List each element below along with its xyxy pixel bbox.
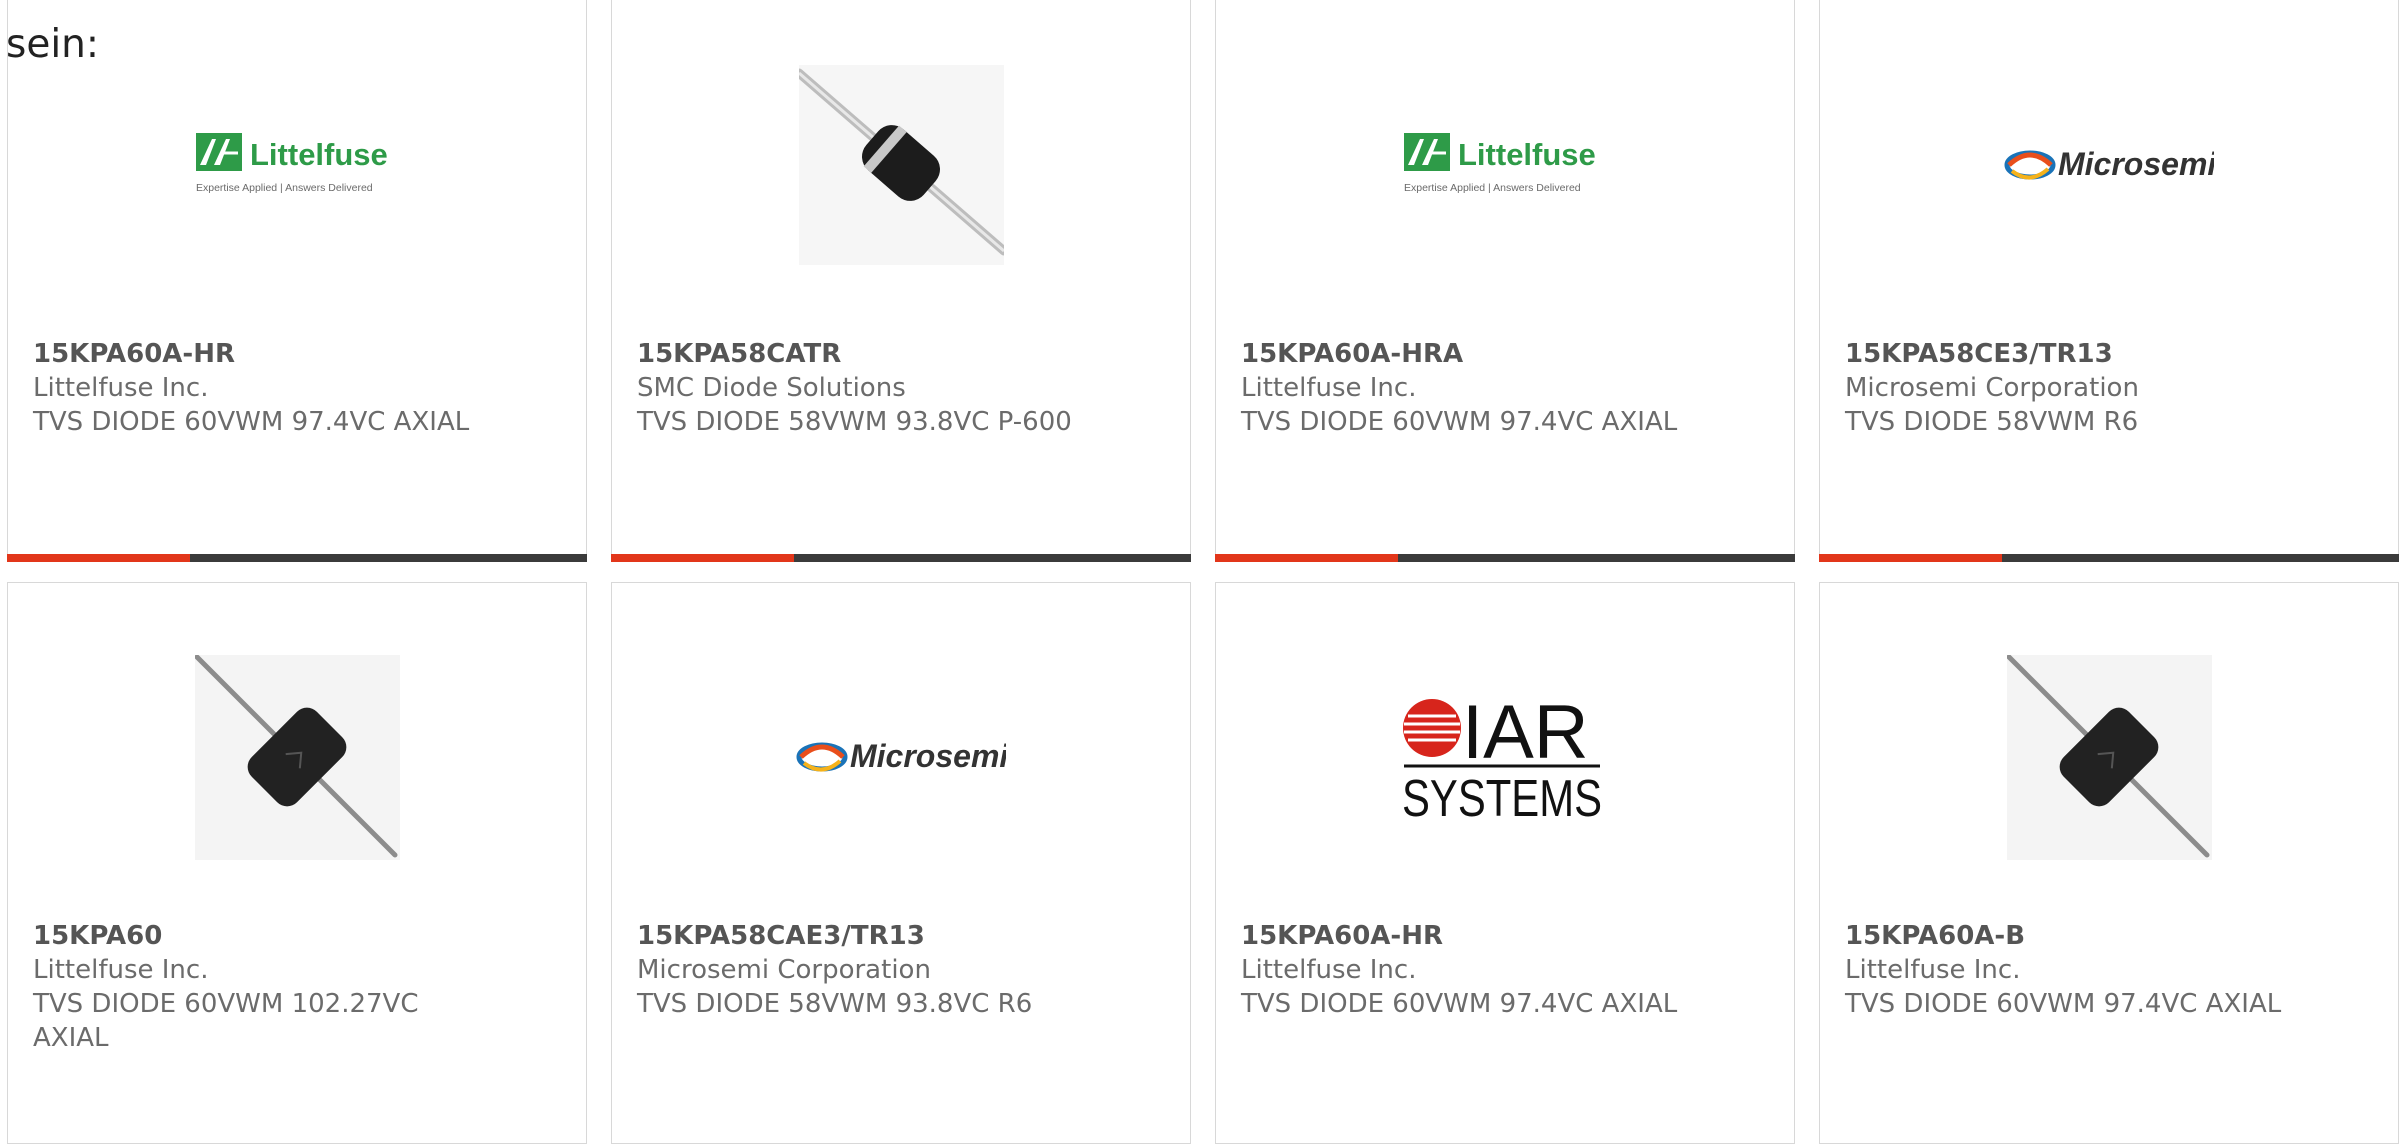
description: TVS DIODE 60VWM 102.27VC AXIAL [33, 989, 419, 1053]
product-grid: Littelfuse Expertise Applied | Answers D… [7, 0, 2399, 1144]
part-number: 15KPA60A-HR [1241, 921, 1443, 951]
description: TVS DIODE 58VWM 93.8VC P-600 [637, 407, 1072, 437]
description: TVS DIODE 60VWM 97.4VC AXIAL [1845, 989, 2282, 1019]
part-number: 15KPA58CAE3/TR13 [637, 921, 925, 951]
svg-text:SYSTEMS: SYSTEMS [1402, 770, 1602, 822]
product-image: IAR SYSTEMS [1216, 657, 1794, 857]
part-number: 15KPA58CATR [637, 339, 842, 369]
description: TVS DIODE 60VWM 97.4VC AXIAL [1241, 407, 1678, 437]
axial-diode-photo-icon [798, 65, 1004, 265]
svg-text:IAR: IAR [1462, 692, 1589, 775]
description: TVS DIODE 58VWM 93.8VC R6 [637, 989, 1033, 1019]
svg-text:Littelfuse: Littelfuse [1458, 137, 1596, 172]
manufacturer: SMC Diode Solutions [637, 373, 906, 403]
svg-text:Microsemi: Microsemi [2058, 146, 2214, 182]
manufacturer: Littelfuse Inc. [33, 955, 209, 985]
svg-text:Littelfuse: Littelfuse [250, 137, 388, 172]
card-bottom-bar [1819, 554, 2399, 562]
product-card[interactable]: 15KPA60A-B Littelfuse Inc. TVS DIODE 60V… [1819, 582, 2399, 1144]
product-image: Littelfuse Expertise Applied | Answers D… [8, 65, 586, 265]
manufacturer: Littelfuse Inc. [1241, 955, 1417, 985]
littelfuse-logo-icon: Littelfuse Expertise Applied | Answers D… [1404, 133, 1596, 194]
card-bottom-bar [7, 554, 587, 562]
product-image [1820, 654, 2398, 860]
p600-diode-photo-icon [194, 654, 400, 860]
svg-text:Expertise Applied | Answers De: Expertise Applied | Answers Delivered [196, 182, 373, 194]
part-number: 15KPA60A-HRA [1241, 339, 1464, 369]
description: TVS DIODE 58VWM R6 [1845, 407, 2139, 437]
part-number: 15KPA58CE3/TR13 [1845, 339, 2113, 369]
product-card[interactable]: Microsemi 15KPA58CE3/TR13 Microsemi Corp… [1819, 0, 2399, 562]
product-card[interactable]: 15KPA58CATR SMC Diode Solutions TVS DIOD… [611, 0, 1191, 562]
part-number: 15KPA60A-B [1845, 921, 2026, 951]
card-bottom-bar [1215, 554, 1795, 562]
manufacturer: Microsemi Corporation [637, 955, 931, 985]
description: TVS DIODE 60VWM 97.4VC AXIAL [1241, 989, 1678, 1019]
product-image [8, 654, 586, 860]
product-card[interactable]: IAR SYSTEMS 15KPA60A-HR Littelfuse Inc. … [1215, 582, 1795, 1144]
intro-text: sein: [6, 22, 100, 67]
product-image [612, 65, 1190, 265]
product-image: Littelfuse Expertise Applied | Answers D… [1216, 65, 1794, 265]
card-bottom-bar [611, 554, 1191, 562]
part-number: 15KPA60A-HR [33, 339, 235, 369]
description: TVS DIODE 60VWM 97.4VC AXIAL [33, 407, 470, 437]
product-card[interactable]: Microsemi 15KPA58CAE3/TR13 Microsemi Cor… [611, 582, 1191, 1144]
product-card[interactable]: Littelfuse Expertise Applied | Answers D… [1215, 0, 1795, 562]
product-card[interactable]: Littelfuse Expertise Applied | Answers D… [7, 0, 587, 562]
manufacturer: Littelfuse Inc. [1241, 373, 1417, 403]
manufacturer: Littelfuse Inc. [33, 373, 209, 403]
p600-diode-photo-icon [2006, 654, 2212, 860]
littelfuse-logo-icon: Littelfuse Expertise Applied | Answers D… [196, 133, 388, 194]
svg-text:Microsemi: Microsemi [850, 738, 1006, 774]
microsemi-logo-icon: Microsemi [2004, 146, 2214, 182]
product-image: Microsemi [1820, 65, 2398, 265]
part-number: 15KPA60 [33, 921, 163, 951]
product-card[interactable]: 15KPA60 Littelfuse Inc. TVS DIODE 60VWM … [7, 582, 587, 1144]
iar-systems-logo-icon: IAR SYSTEMS [1402, 692, 1602, 822]
manufacturer: Littelfuse Inc. [1845, 955, 2021, 985]
microsemi-logo-icon: Microsemi [796, 738, 1006, 774]
product-image: Microsemi [612, 657, 1190, 857]
svg-text:Expertise Applied | Answers De: Expertise Applied | Answers Delivered [1404, 182, 1581, 194]
manufacturer: Microsemi Corporation [1845, 373, 2139, 403]
